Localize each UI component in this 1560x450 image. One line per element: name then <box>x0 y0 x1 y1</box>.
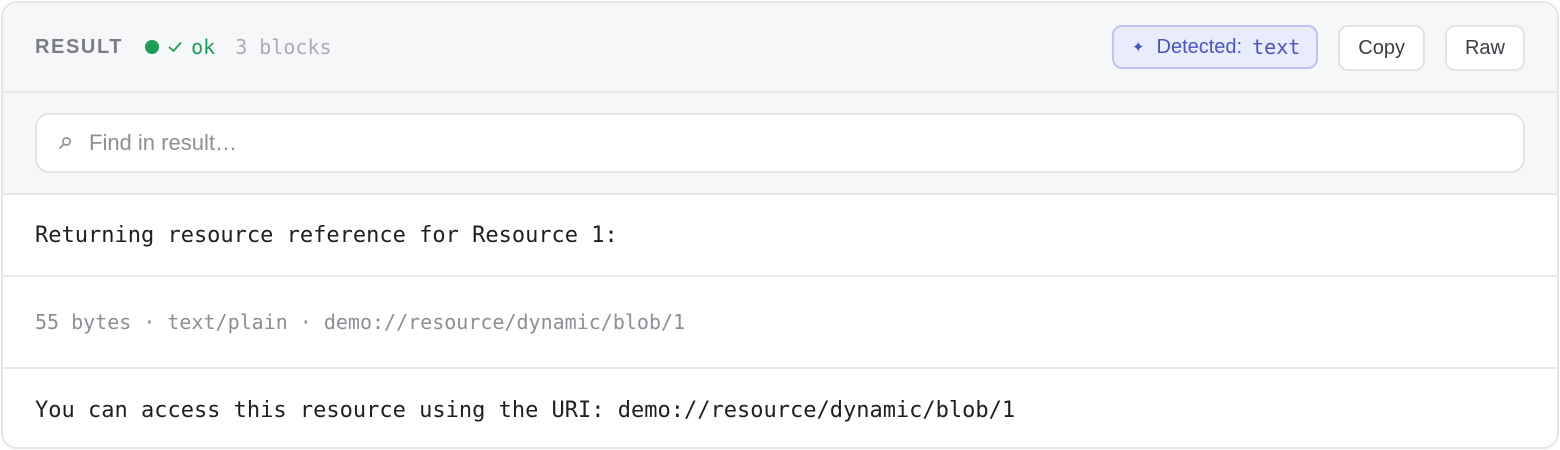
detected-label: Detected: <box>1156 35 1243 58</box>
meta-separator: · <box>299 310 312 334</box>
status-text: ok <box>191 35 216 59</box>
search-icon <box>59 137 71 149</box>
resource-size: 55 bytes <box>35 310 132 334</box>
detected-value: text <box>1252 35 1301 59</box>
search-box[interactable] <box>35 113 1525 173</box>
result-block-text: Returning resource reference for Resourc… <box>3 195 1557 277</box>
search-row <box>3 93 1557 195</box>
result-title: RESULT <box>35 35 124 58</box>
header-actions: ✦ Detected: text Copy Raw <box>1111 25 1525 71</box>
result-block-resource: 55 bytes · text/plain · demo://resource/… <box>3 277 1557 369</box>
search-input[interactable] <box>89 130 1503 156</box>
resource-mime: text/plain <box>167 310 288 334</box>
result-block-text: You can access this resource using the U… <box>3 369 1557 447</box>
block-text: Returning resource reference for Resourc… <box>35 222 618 248</box>
sparkle-icon: ✦ <box>1131 39 1145 56</box>
block-text: You can access this resource using the U… <box>35 397 1016 423</box>
block-count: 3 blocks <box>235 35 332 59</box>
meta-separator: · <box>143 310 156 334</box>
result-header: RESULT ok 3 blocks ✦ Detected: text Copy… <box>3 3 1557 93</box>
detected-type-chip[interactable]: ✦ Detected: text <box>1111 25 1319 69</box>
result-panel: RESULT ok 3 blocks ✦ Detected: text Copy… <box>1 1 1559 449</box>
resource-uri[interactable]: demo://resource/dynamic/blob/1 <box>324 310 685 334</box>
raw-button[interactable]: Raw <box>1444 25 1525 71</box>
check-icon <box>168 42 182 52</box>
copy-button[interactable]: Copy <box>1338 25 1425 71</box>
status-dot-icon <box>145 40 160 54</box>
